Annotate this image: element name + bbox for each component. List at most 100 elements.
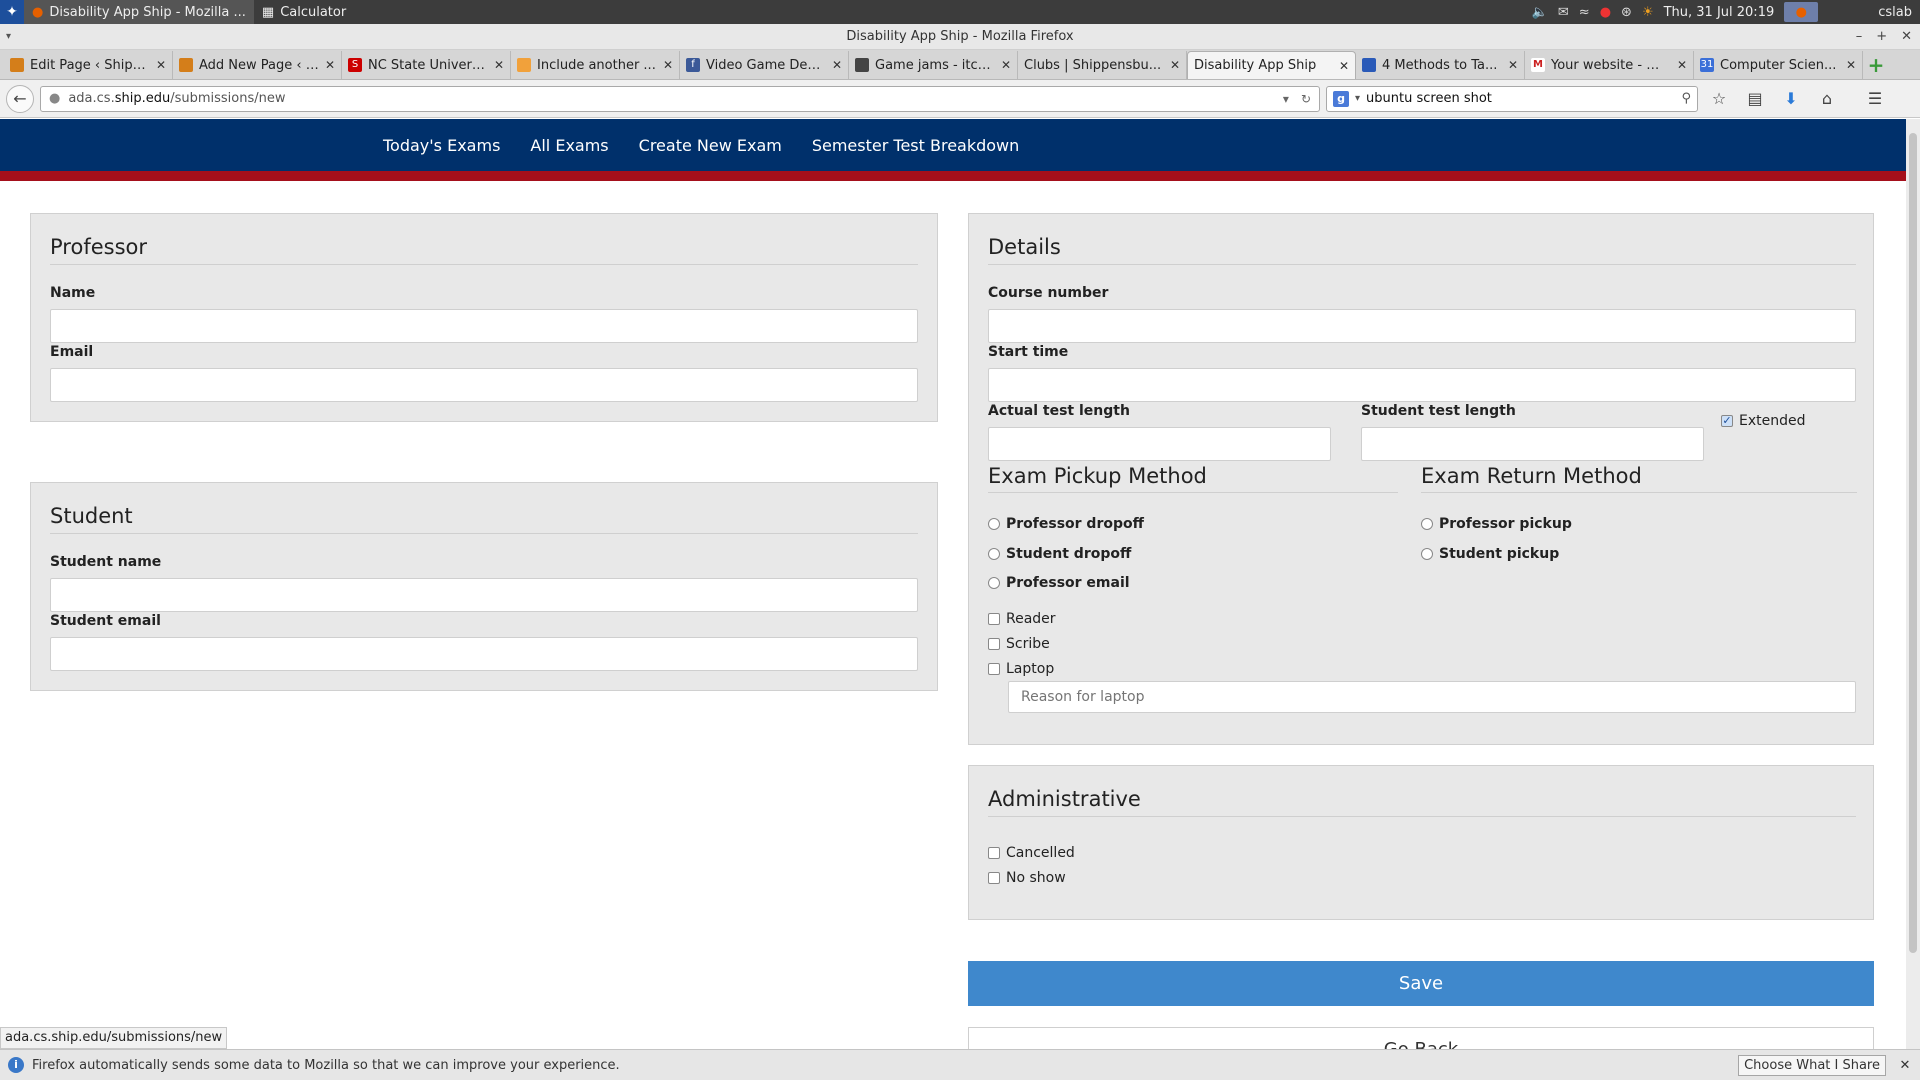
student-name-input[interactable]	[50, 578, 918, 612]
actual-test-length-input[interactable]	[988, 427, 1331, 461]
taskbar-item-firefox[interactable]: ● Disability App Ship - Mozilla ...	[24, 0, 254, 24]
tab-add-new-page[interactable]: Add New Page ‹ Shi... ✕	[173, 51, 342, 79]
tab-computer-science[interactable]: 31 Computer Scien... ✕	[1694, 51, 1863, 79]
nav-todays-exams[interactable]: Today's Exams	[383, 136, 500, 155]
bookmarks-menu-icon[interactable]: ▤	[1740, 85, 1770, 113]
close-icon[interactable]: ✕	[1901, 24, 1912, 50]
weather-icon[interactable]: ☀	[1642, 5, 1654, 20]
minimize-icon[interactable]: –	[1856, 24, 1863, 50]
laptop-reason-input[interactable]	[1008, 681, 1856, 713]
radio-professor-pickup[interactable]: Professor pickup	[1421, 516, 1572, 532]
search-bar[interactable]: g ▾ ubuntu screen shot ⚲	[1326, 85, 1698, 112]
cancelled-checkbox[interactable]: Cancelled	[988, 845, 1075, 861]
home-icon[interactable]: ⌂	[1812, 85, 1842, 113]
radio-student-dropoff[interactable]: Student dropoff	[988, 546, 1131, 562]
identity-icon[interactable]: ●	[49, 91, 60, 106]
radio-label: Professor dropoff	[1006, 516, 1144, 532]
tab-include-another[interactable]: Include another ... ✕	[511, 51, 680, 79]
nc-state-icon: S	[348, 58, 362, 72]
tab-clubs[interactable]: Clubs | Shippensbu... ✕	[1018, 51, 1187, 79]
course-number-input[interactable]	[988, 309, 1856, 343]
tab-edit-page[interactable]: Edit Page ‹ Shippens... ✕	[4, 51, 173, 79]
choose-what-i-share-button[interactable]: Choose What I Share	[1738, 1054, 1886, 1076]
clock-label[interactable]: Thu, 31 Jul 20:19	[1664, 5, 1775, 20]
calendar-icon: 31	[1700, 58, 1714, 72]
radio-professor-email[interactable]: Professor email	[988, 575, 1130, 591]
os-menu-icon[interactable]: ✦	[0, 0, 24, 24]
checkmark-icon: ✓	[1721, 414, 1733, 427]
administrative-heading: Administrative	[988, 787, 1141, 811]
radio-circle	[988, 518, 1000, 530]
professor-name-input[interactable]	[50, 309, 918, 343]
reader-checkbox[interactable]: Reader	[988, 611, 1056, 627]
extended-checkbox[interactable]: ✓ Extended	[1721, 413, 1806, 429]
user-label[interactable]: cslab	[1878, 5, 1912, 20]
tab-close-icon[interactable]: ✕	[1677, 58, 1687, 72]
tab-video-game-dev[interactable]: f Video Game Dev... ✕	[680, 51, 849, 79]
tab-close-icon[interactable]: ✕	[1339, 59, 1349, 73]
firefox-tray-icon[interactable]: ●	[1784, 2, 1819, 22]
bookmark-star-icon[interactable]: ☆	[1704, 85, 1734, 113]
new-tab-icon[interactable]: +	[1863, 51, 1889, 79]
page-scrollbar[interactable]	[1906, 119, 1920, 1049]
student-email-input[interactable]	[50, 637, 918, 671]
hamburger-menu-icon[interactable]: ☰	[1860, 85, 1890, 113]
reload-icon[interactable]: ↻	[1301, 92, 1311, 106]
tab-close-icon[interactable]: ✕	[1508, 58, 1518, 72]
url-host: ship.edu	[114, 91, 171, 106]
radio-professor-dropoff[interactable]: Professor dropoff	[988, 516, 1144, 532]
go-back-button[interactable]: Go Back	[968, 1027, 1874, 1049]
laptop-checkbox[interactable]: Laptop	[988, 661, 1054, 677]
tab-nc-state[interactable]: S NC State Univers... ✕	[342, 51, 511, 79]
save-button[interactable]: Save	[968, 961, 1874, 1006]
url-dropdown-icon[interactable]: ▾	[1283, 92, 1289, 106]
tab-close-icon[interactable]: ✕	[1001, 58, 1011, 72]
divider	[988, 492, 1398, 493]
radio-student-pickup[interactable]: Student pickup	[1421, 546, 1559, 562]
close-notification-icon[interactable]: ✕	[1894, 1058, 1916, 1073]
google-icon[interactable]: g	[1333, 90, 1349, 107]
professor-email-input[interactable]	[50, 368, 918, 402]
back-icon[interactable]: ←	[6, 84, 34, 113]
tab-4-methods[interactable]: 4 Methods to Ta... ✕	[1356, 51, 1525, 79]
maximize-icon[interactable]: +	[1876, 24, 1887, 50]
student-test-length-input[interactable]	[1361, 427, 1704, 461]
update-icon[interactable]: ●	[1600, 5, 1611, 20]
url-bar[interactable]: ● ada.cs.ship.edu/submissions/new ▾ ↻	[40, 85, 1320, 112]
window-controls: – + ✕	[1856, 24, 1912, 50]
search-input[interactable]: ubuntu screen shot	[1366, 91, 1492, 106]
tab-your-website[interactable]: M Your website - m... ✕	[1525, 51, 1694, 79]
tab-close-icon[interactable]: ✕	[325, 58, 335, 72]
nav-all-exams[interactable]: All Exams	[530, 136, 608, 155]
window-menu-icon[interactable]: ▾	[6, 24, 11, 50]
downloads-icon[interactable]: ⬇	[1776, 85, 1806, 113]
start-time-label: Start time	[988, 344, 1069, 360]
search-icon[interactable]: ⚲	[1681, 91, 1691, 106]
tab-close-icon[interactable]: ✕	[832, 58, 842, 72]
tab-close-icon[interactable]: ✕	[1846, 58, 1856, 72]
scrollbar-thumb[interactable]	[1909, 133, 1917, 953]
tab-close-icon[interactable]: ✕	[663, 58, 673, 72]
tab-label: Your website - m...	[1551, 57, 1671, 73]
scribe-checkbox[interactable]: Scribe	[988, 636, 1050, 652]
exam-pickup-heading: Exam Pickup Method	[988, 464, 1207, 488]
nav-create-new-exam[interactable]: Create New Exam	[639, 136, 782, 155]
wifi-icon[interactable]: ≈	[1579, 5, 1590, 20]
tab-disability-app-ship[interactable]: Disability App Ship ✕	[1187, 51, 1356, 79]
start-time-input[interactable]	[988, 368, 1856, 402]
tab-game-jams[interactable]: Game jams - itch... ✕	[849, 51, 1018, 79]
tab-close-icon[interactable]: ✕	[494, 58, 504, 72]
nav-semester-test-breakdown[interactable]: Semester Test Breakdown	[812, 136, 1019, 155]
tab-close-icon[interactable]: ✕	[1170, 58, 1180, 72]
radio-circle	[1421, 548, 1433, 560]
tab-close-icon[interactable]: ✕	[156, 58, 166, 72]
bluetooth-icon[interactable]: ⊛	[1621, 5, 1632, 20]
volume-icon[interactable]: 🔈	[1532, 5, 1548, 20]
status-url: ada.cs.ship.edu/submissions/new	[0, 1027, 228, 1049]
search-engine-dropdown-icon[interactable]: ▾	[1355, 93, 1360, 104]
tab-label: Game jams - itch...	[875, 57, 995, 73]
facebook-icon: f	[686, 58, 700, 72]
taskbar-item-calculator[interactable]: ▦ Calculator	[254, 0, 354, 24]
mail-icon[interactable]: ✉	[1558, 5, 1569, 20]
no-show-checkbox[interactable]: No show	[988, 870, 1066, 886]
